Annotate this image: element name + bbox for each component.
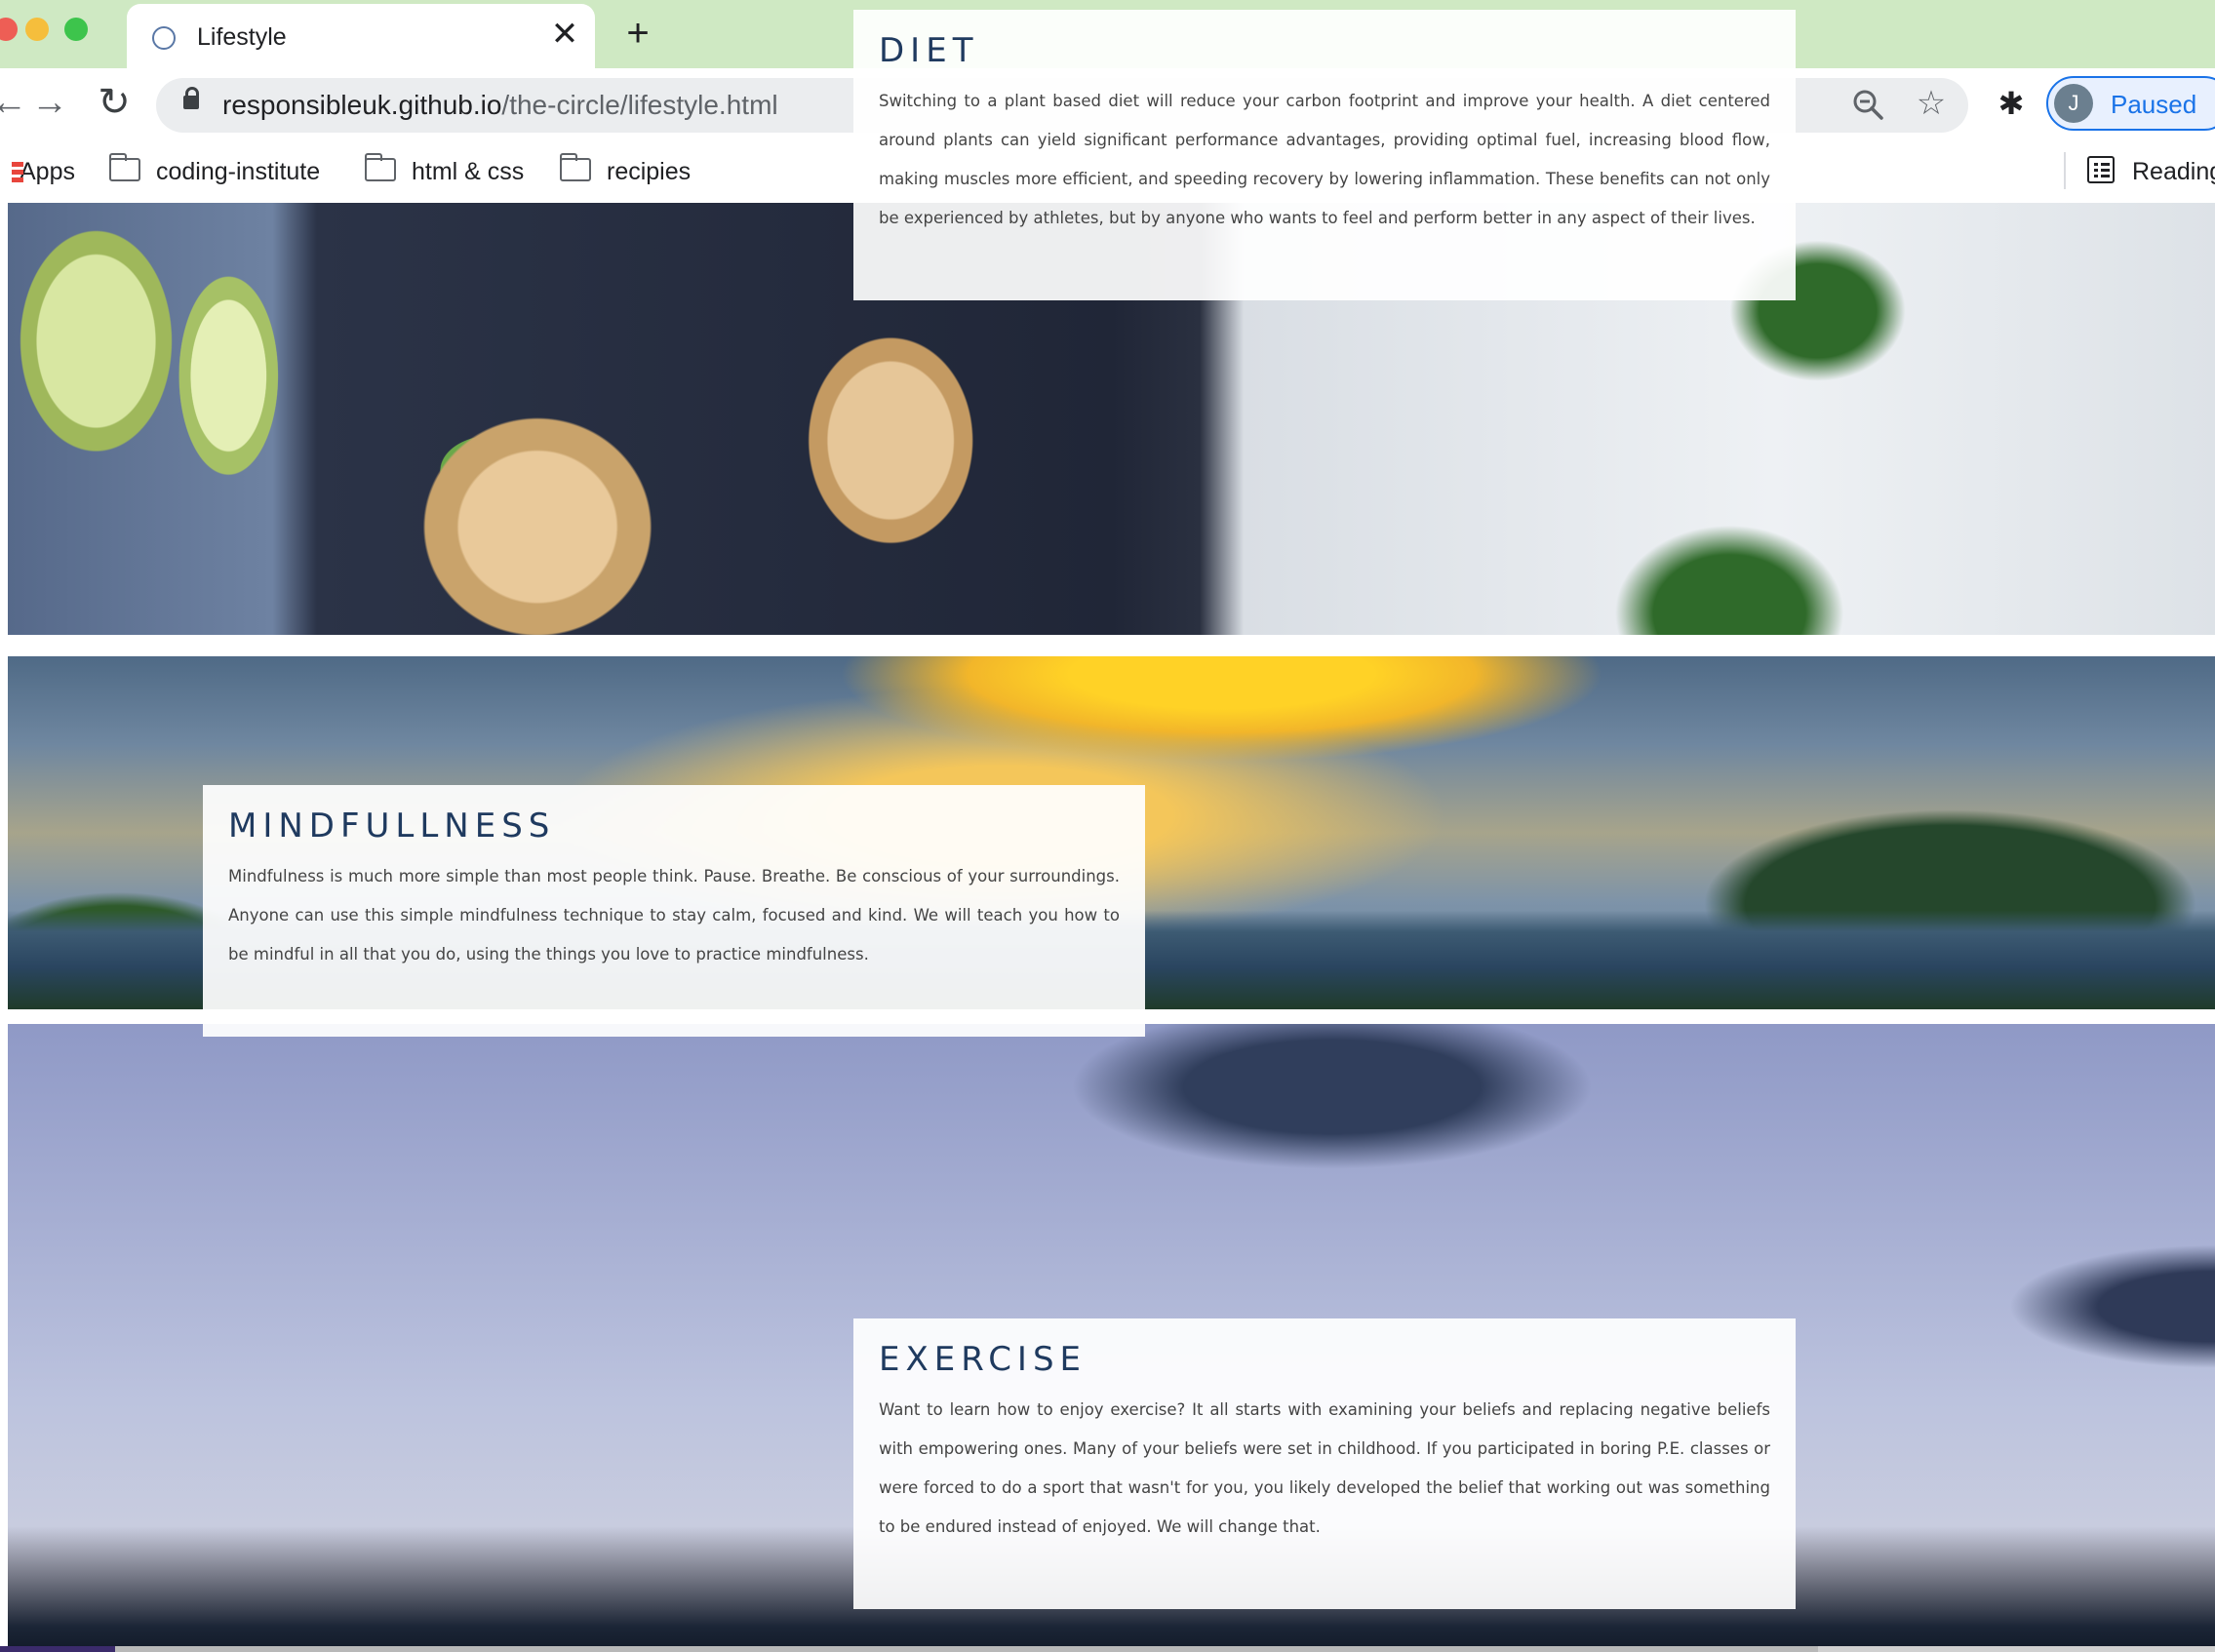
diet-heading: DIET xyxy=(879,31,979,70)
scrollbar-thumb[interactable] xyxy=(115,1646,1818,1652)
profile-status-label: Paused xyxy=(2111,90,2197,119)
exercise-card: EXERCISE Want to learn how to enjoy exer… xyxy=(853,1318,1796,1609)
scrollbar-track-left xyxy=(0,1646,115,1652)
bookmark-folder-label: html & css xyxy=(412,158,525,185)
bookmarks-divider xyxy=(2064,152,2066,189)
zoom-out-icon[interactable] xyxy=(1851,88,1884,121)
mindfullness-heading: MINDFULLNESS xyxy=(228,806,556,846)
horizontal-scrollbar[interactable] xyxy=(0,1646,2215,1652)
profile-button[interactable]: J Paused xyxy=(2046,76,2215,131)
mindfullness-card: MINDFULLNESS Mindfulness is much more si… xyxy=(203,785,1145,1037)
avatar: J xyxy=(2054,84,2093,123)
close-tab-icon[interactable]: ✕ xyxy=(548,18,581,51)
folder-icon xyxy=(559,153,591,182)
exercise-heading: EXERCISE xyxy=(879,1340,1088,1379)
close-window-button[interactable] xyxy=(0,18,18,41)
lock-icon[interactable] xyxy=(183,87,199,109)
exercise-text: Want to learn how to enjoy exercise? It … xyxy=(879,1400,1770,1536)
minimize-window-button[interactable] xyxy=(25,18,49,41)
reading-list-icon[interactable] xyxy=(2087,156,2115,183)
mindfullness-text: Mindfulness is much more simple than mos… xyxy=(228,867,1120,964)
folder-icon xyxy=(108,153,140,182)
url-domain: responsibleuk.github.io xyxy=(222,90,502,120)
bookmark-apps[interactable]: Apps xyxy=(12,152,75,191)
diet-text: Switching to a plant based diet will red… xyxy=(879,92,1770,227)
new-tab-button[interactable]: + xyxy=(618,14,657,53)
reload-button[interactable]: ↻ xyxy=(90,78,138,127)
reading-list-label[interactable]: Reading xyxy=(2132,152,2215,191)
forward-button[interactable]: → xyxy=(25,78,74,127)
url-text[interactable]: responsibleuk.github.io/the-circle/lifes… xyxy=(222,90,778,121)
bookmark-apps-label: Apps xyxy=(20,158,75,185)
folder-icon xyxy=(364,153,396,182)
bookmark-folder-recipies[interactable]: recipies xyxy=(559,152,692,191)
globe-icon xyxy=(152,26,176,50)
maximize-window-button[interactable] xyxy=(64,18,88,41)
extensions-puzzle-icon[interactable]: ✱ xyxy=(1994,86,2029,121)
bookmark-folder-coding-institute[interactable]: coding-institute xyxy=(108,152,321,191)
tab-title: Lifestyle xyxy=(197,23,287,51)
bookmark-folder-label: coding-institute xyxy=(156,158,321,185)
tab-lifestyle[interactable]: Lifestyle ✕ xyxy=(127,4,595,68)
url-path: /the-circle/lifestyle.html xyxy=(501,90,778,120)
bookmark-folder-label: recipies xyxy=(607,158,692,185)
bookmark-star-icon[interactable]: ☆ xyxy=(1914,86,1949,121)
bookmark-folder-html-css[interactable]: html & css xyxy=(364,152,525,191)
diet-card: DIET Switching to a plant based diet wil… xyxy=(853,10,1796,300)
apps-grid-icon xyxy=(12,162,23,183)
